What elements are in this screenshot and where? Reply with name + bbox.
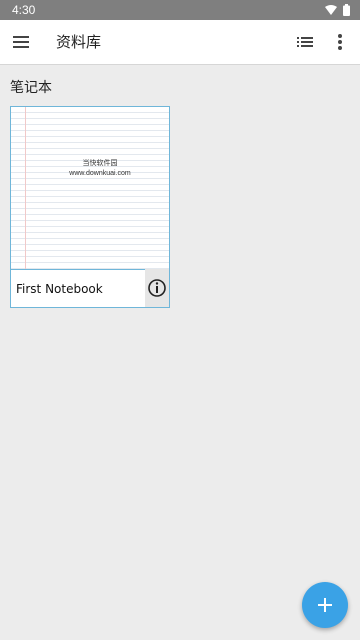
- notebook-name: First Notebook: [16, 282, 103, 296]
- plus-icon: [318, 598, 332, 612]
- section-title: 笔记本: [10, 80, 52, 96]
- status-bar: 4:30: [0, 0, 360, 20]
- watermark-line-2: www.downkuai.com: [69, 170, 131, 177]
- notebook-cover[interactable]: 当快软件园 www.downkuai.com: [11, 107, 169, 270]
- add-notebook-button[interactable]: [302, 582, 348, 628]
- app-bar: 资料库: [0, 20, 360, 65]
- status-time: 4:30: [12, 3, 36, 17]
- info-icon: [148, 279, 166, 297]
- app-title: 资料库: [56, 33, 102, 51]
- list-view-icon: [297, 37, 313, 47]
- more-options-button[interactable]: [328, 30, 352, 54]
- cover-margin-line: [25, 107, 26, 269]
- watermark-line-1: 当快软件园: [82, 160, 118, 167]
- notebook-card[interactable]: 当快软件园 www.downkuai.com First Notebook: [10, 106, 170, 308]
- menu-icon: [13, 36, 29, 48]
- status-icons: [325, 4, 350, 16]
- list-view-button[interactable]: [294, 30, 318, 54]
- wifi-icon: [325, 5, 337, 15]
- battery-icon: [343, 4, 350, 16]
- more-vert-icon: [338, 34, 342, 50]
- notebook-info-button[interactable]: [145, 269, 169, 307]
- cover-watermark: 当快软件园 www.downkuai.com: [31, 159, 169, 179]
- menu-button[interactable]: [10, 30, 34, 54]
